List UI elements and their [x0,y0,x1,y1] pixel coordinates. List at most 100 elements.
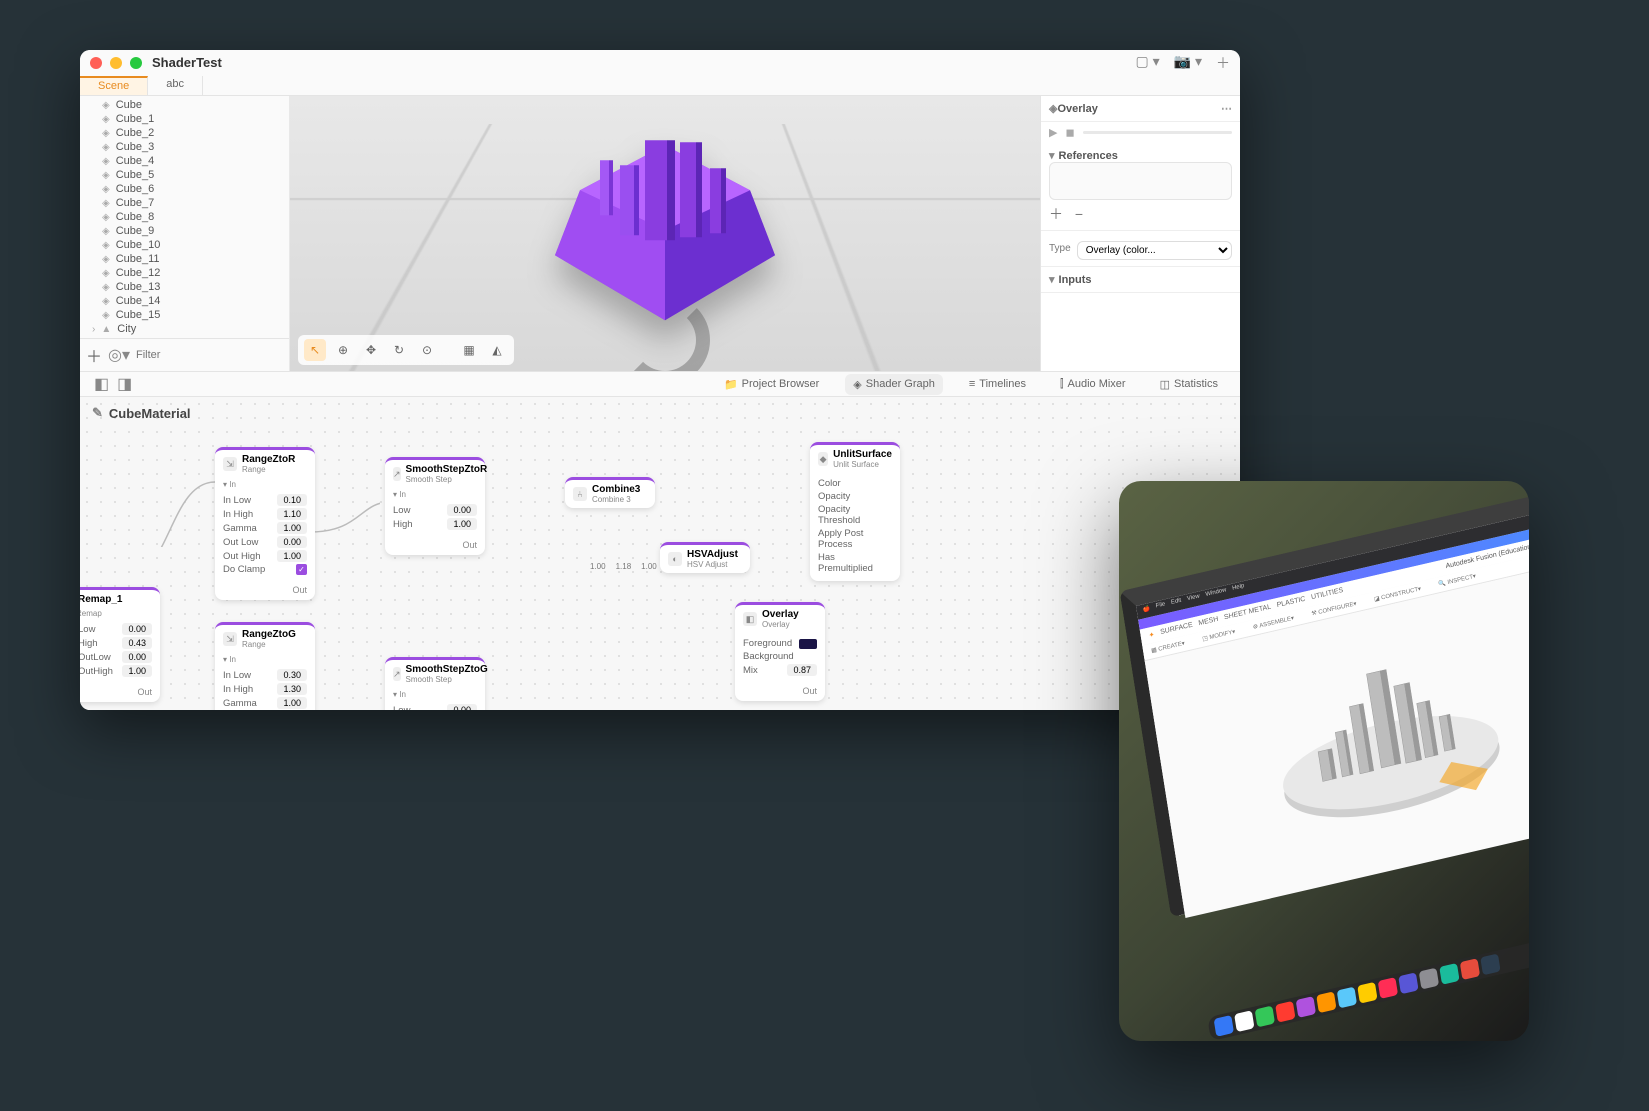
remove-ref-button[interactable]: − [1075,206,1087,222]
node-combine3[interactable]: ⑃Combine3Combine 3 [565,477,655,508]
panel-project-browser[interactable]: 📁Project Browser [716,374,827,395]
filter-input[interactable] [136,349,283,361]
graph-icon: ◈ [853,378,861,391]
stop-icon[interactable]: ◼ [1065,126,1074,139]
bottom-panel-tabs: ◧ ◨ 📁Project Browser ◈Shader Graph ≡Time… [80,371,1240,397]
scene-icon: ▲ [101,324,111,335]
vr-icon[interactable]: ▢ ▾ [1135,53,1159,73]
play-icon[interactable]: ▶ [1049,126,1057,139]
tree-item: ◈Cube_2 [80,126,289,140]
panel-right-icon[interactable]: ◨ [117,374,132,394]
close-icon[interactable] [90,57,102,69]
cube-icon: ◈ [102,184,110,195]
tree-item: ◈Cube_12 [80,266,289,280]
window-title: ShaderTest [152,55,222,70]
chevron-down-icon[interactable]: ▾ [1049,273,1055,286]
add-icon[interactable]: ＋ [1216,53,1230,73]
add-ref-button[interactable]: ＋ [1049,206,1067,222]
section-label: References [1059,150,1118,162]
tree-item: ›▲City [80,322,289,336]
material-title: ✎ CubeMaterial [92,405,191,421]
cube-icon: ◈ [102,114,110,125]
tree-item: ◈Cube_3 [80,140,289,154]
cube-icon: ◈ [102,240,110,251]
color-swatch[interactable] [799,639,817,649]
surface-icon: ◆ [818,452,828,466]
panel-audio-mixer[interactable]: ⫿Audio Mixer [1052,374,1134,395]
zoom-icon[interactable] [130,57,142,69]
cube-icon: ◈ [102,170,110,181]
laptop-screen: 🍎 FileEditViewWindowHelp ✦ SURFACEMESHSH… [1120,488,1529,918]
more-icon[interactable]: ⋯ [1221,102,1232,115]
material-icon: ✎ [92,405,103,421]
photo-card: 🍎 FileEditViewWindowHelp ✦ SURFACEMESHSH… [1119,481,1529,1041]
folder-icon: 📁 [724,378,738,391]
tree-item: ◈Cube_11 [80,252,289,266]
node-hsv-adjust[interactable]: ◐HSVAdjustHSV Adjust [660,542,750,573]
overlay-icon: ◧ [743,612,757,626]
node-range-g[interactable]: ⇲RangeZtoGRange ▾ In In Low0.30 In High1… [215,622,315,710]
camera-icon[interactable]: 📷 ▾ [1174,53,1202,73]
viewport-toolbar: ↖ ⊕ ✥ ↻ ⊙ ▦ ◭ [298,335,514,365]
inspector-title: Overlay [1057,103,1097,115]
tree-item: ◈Cube_1 [80,112,289,126]
tree-item: ◈Cube_10 [80,238,289,252]
snap-icon[interactable]: ▦ [458,339,480,361]
move-icon[interactable]: ✥ [360,339,382,361]
checkbox[interactable]: ✓ [296,564,307,575]
tree-item: ◈Cube_4 [80,154,289,168]
env-icon[interactable]: ◭ [486,339,508,361]
mixer-icon: ⫿ [1060,378,1064,391]
cube-icon: ◈ [102,212,110,223]
cube-icon: ◈ [102,226,110,237]
cube-icon: ◈ [102,100,110,111]
titlebar: ShaderTest ▢ ▾ 📷 ▾ ＋ [80,50,1240,76]
cursor-icon[interactable]: ↖ [304,339,326,361]
viewport-3d[interactable]: ↖ ⊕ ✥ ↻ ⊙ ▦ ◭ [290,96,1040,371]
type-select[interactable]: Overlay (color... [1077,241,1232,260]
scale-icon[interactable]: ⊙ [416,339,438,361]
node-overlay[interactable]: ◧OverlayOverlay Foreground Background Mi… [735,602,825,701]
shader-graph-canvas[interactable]: ✎ CubeMaterial 1.00 1.18 1.00 1.00 Remap… [80,397,1240,710]
add-button[interactable]: ＋ [86,343,102,367]
app-window: ShaderTest ▢ ▾ 📷 ▾ ＋ Scene abc ◈Cube ◈Cu… [80,50,1240,710]
tree-item: ◈Cube_5 [80,168,289,182]
inspector-panel: ◈ Overlay ⋯ ▶ ◼ ▾ References ＋ − Type [1040,96,1240,371]
document-tabs: Scene abc [80,76,1240,96]
range-icon: ⇲ [223,632,237,646]
cube-icon: ◈ [102,310,110,321]
tab-abc[interactable]: abc [148,76,203,95]
timeline-scrub[interactable] [1083,131,1232,134]
chevron-down-icon[interactable]: ▾ [1049,149,1055,162]
panel-shader-graph[interactable]: ◈Shader Graph [845,374,943,395]
rotate-icon[interactable]: ↻ [388,339,410,361]
step-icon: ↗ [393,667,401,681]
scene-hierarchy: ◈Cube ◈Cube_1 ◈Cube_2 ◈Cube_3 ◈Cube_4 ◈C… [80,96,290,371]
chevron-right-icon[interactable]: › [92,324,95,335]
node-remap[interactable]: Remap_1 Remap Low0.00 High0.43 OutLow0.0… [80,587,160,702]
panel-left-icon[interactable]: ◧ [94,374,109,394]
tree-list[interactable]: ◈Cube ◈Cube_1 ◈Cube_2 ◈Cube_3 ◈Cube_4 ◈C… [80,96,289,338]
panel-statistics[interactable]: ◫Statistics [1152,374,1226,395]
macos-dock [1207,936,1529,1041]
node-range-r[interactable]: ⇲RangeZtoRRange ▾ In In Low0.10 In High1… [215,447,315,600]
tree-item: ◈Cube_9 [80,224,289,238]
timeline-icon: ≡ [969,378,975,390]
cube-icon: ◈ [102,268,110,279]
target-icon[interactable]: ⊕ [332,339,354,361]
tree-item: ◈Cube_7 [80,196,289,210]
cube-icon: ◈ [102,128,110,139]
filter-icon[interactable]: ◎▾ [108,345,130,365]
node-smoothstep-r[interactable]: ↗SmoothStepZtoRSmooth Step ▾ In Low0.00 … [385,457,485,555]
node-unlit-surface[interactable]: ◆UnlitSurfaceUnlit Surface Color Opacity… [810,442,900,581]
tree-item: ◈Cube_6 [80,182,289,196]
minimize-icon[interactable] [110,57,122,69]
panel-timelines[interactable]: ≡Timelines [961,374,1034,394]
cube-icon: ◈ [102,282,110,293]
tree-item: ◈Cube_15 [80,308,289,322]
range-icon: ⇲ [223,457,237,471]
laptop: 🍎 FileEditViewWindowHelp ✦ SURFACEMESHSH… [1119,481,1529,1041]
tab-scene[interactable]: Scene [80,76,148,95]
references-well[interactable] [1049,162,1232,200]
node-smoothstep-g[interactable]: ↗SmoothStepZtoGSmooth Step ▾ In Low0.00 … [385,657,485,710]
